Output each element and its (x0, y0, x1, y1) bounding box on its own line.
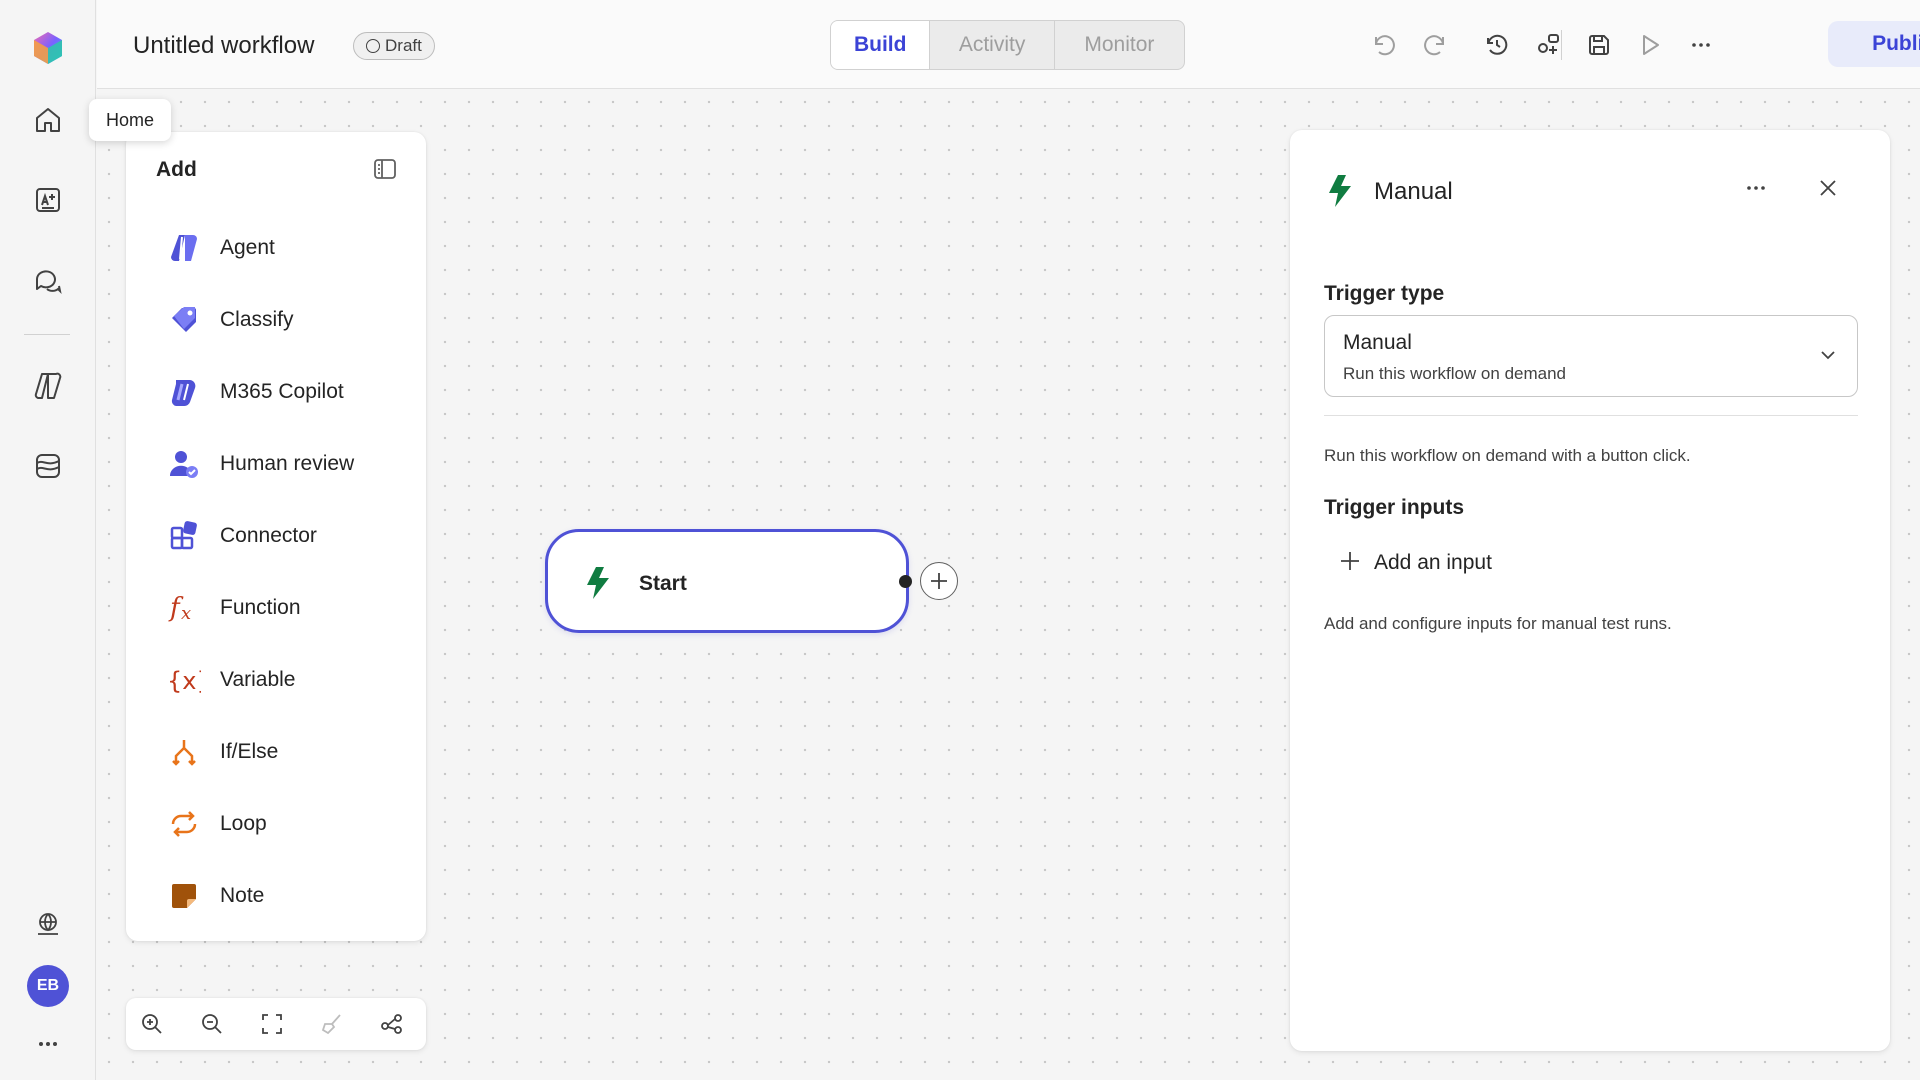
agents-icon[interactable] (24, 362, 72, 410)
note-icon (166, 878, 202, 914)
trigger-config-panel: Manual Trigger type Manual Run this work… (1290, 130, 1890, 1051)
undo-icon[interactable] (1367, 28, 1401, 62)
create-icon[interactable] (24, 176, 72, 224)
trigger-select-value: Manual (1343, 331, 1412, 354)
add-panel: Add Agent Classify M365 Copilot Human re… (126, 132, 426, 941)
inputs-help-text: Add and configure inputs for manual test… (1324, 614, 1672, 633)
redo-icon[interactable] (1418, 28, 1452, 62)
rail-divider (24, 334, 70, 335)
tab-build[interactable]: Build (831, 21, 931, 69)
status-badge-label: Draft (385, 36, 422, 55)
variable-icon: {x} (166, 662, 202, 698)
home-tooltip: Home (89, 99, 172, 141)
history-icon[interactable] (1480, 28, 1514, 62)
lightning-icon (584, 566, 612, 605)
panel-title: Manual (1374, 178, 1453, 205)
app-logo-icon[interactable] (24, 24, 72, 72)
add-item-label: Human review (220, 452, 355, 475)
share-icon[interactable] (1531, 28, 1565, 62)
publish-button[interactable]: Publish (1828, 21, 1920, 67)
status-badge: Draft (353, 32, 435, 60)
add-item-label: If/Else (220, 740, 279, 763)
library-icon[interactable] (24, 442, 72, 490)
connector-icon (166, 518, 202, 554)
add-item-classify[interactable]: Classify (150, 292, 404, 348)
divider (1324, 415, 1858, 416)
add-item-function[interactable]: fx Function (150, 580, 404, 636)
start-node[interactable]: Start (545, 529, 909, 633)
add-item-note[interactable]: Note (150, 868, 404, 924)
add-input-button[interactable]: Add an input (1338, 543, 1492, 583)
add-item-label: Variable (220, 668, 296, 691)
add-item-label: Agent (220, 236, 275, 259)
more-options-icon[interactable] (1738, 170, 1774, 206)
add-item-label: Note (220, 884, 265, 907)
more-icon[interactable] (24, 1020, 72, 1068)
tab-activity[interactable]: Activity (930, 21, 1055, 69)
start-node-label: Start (639, 572, 687, 595)
lightning-icon (1326, 174, 1354, 213)
run-icon[interactable] (1633, 28, 1667, 62)
add-item-label: Classify (220, 308, 294, 331)
add-item-agent[interactable]: Agent (150, 220, 404, 276)
left-rail: EB (0, 0, 96, 1080)
trigger-description: Run this workflow on demand with a butto… (1324, 446, 1691, 465)
add-item-label: Loop (220, 812, 267, 835)
add-item-if-else[interactable]: If/Else (150, 724, 404, 780)
home-icon[interactable] (24, 96, 72, 144)
classify-icon (166, 302, 202, 338)
save-icon[interactable] (1582, 28, 1616, 62)
trigger-inputs-label: Trigger inputs (1324, 496, 1465, 519)
add-item-m365-copilot[interactable]: M365 Copilot (150, 364, 404, 420)
close-icon[interactable] (1810, 170, 1846, 206)
workflow-title[interactable]: Untitled workflow (133, 32, 314, 60)
chevron-down-icon (1817, 344, 1839, 371)
view-tabs: Build Activity Monitor (830, 20, 1185, 70)
clean-up-icon[interactable] (317, 1009, 347, 1039)
add-item-variable[interactable]: {x} Variable (150, 652, 404, 708)
add-step-button[interactable] (920, 562, 958, 600)
collapse-panel-icon[interactable] (370, 154, 400, 184)
add-item-loop[interactable]: Loop (150, 796, 404, 852)
top-bar: Untitled workflow Draft Build Activity M… (97, 0, 1920, 89)
add-item-label: Connector (220, 524, 317, 547)
tab-monitor[interactable]: Monitor (1055, 21, 1184, 69)
zoom-out-icon[interactable] (197, 1009, 227, 1039)
trigger-select-description: Run this workflow on demand (1343, 364, 1567, 383)
agent-icon (166, 230, 202, 266)
add-item-human-review[interactable]: Human review (150, 436, 404, 492)
start-node-output-handle[interactable] (899, 575, 912, 588)
more-options-icon[interactable] (1684, 28, 1718, 62)
svg-text:x: x (181, 603, 191, 624)
human-review-icon (166, 446, 202, 482)
add-input-label: Add an input (1374, 551, 1492, 574)
avatar[interactable]: EB (27, 965, 69, 1007)
add-item-label: Function (220, 596, 301, 619)
globe-icon[interactable] (24, 900, 72, 948)
plus-icon (1338, 549, 1362, 578)
zoom-in-icon[interactable] (137, 1009, 167, 1039)
loop-icon (166, 806, 202, 842)
draft-status-icon (366, 39, 380, 53)
svg-text:{x}: {x} (167, 667, 201, 695)
trigger-type-select[interactable]: Manual Run this workflow on demand (1324, 315, 1858, 397)
layout-icon[interactable] (377, 1009, 407, 1039)
chat-icon[interactable] (24, 256, 72, 304)
add-panel-title: Add (156, 158, 197, 181)
branch-icon (166, 734, 202, 770)
fit-view-icon[interactable] (257, 1009, 287, 1039)
function-icon: fx (166, 590, 202, 626)
add-item-connector[interactable]: Connector (150, 508, 404, 564)
add-item-label: M365 Copilot (220, 380, 344, 403)
copilot-icon (166, 374, 202, 410)
trigger-type-label: Trigger type (1324, 282, 1445, 305)
canvas-zoom-toolbar (126, 998, 426, 1050)
